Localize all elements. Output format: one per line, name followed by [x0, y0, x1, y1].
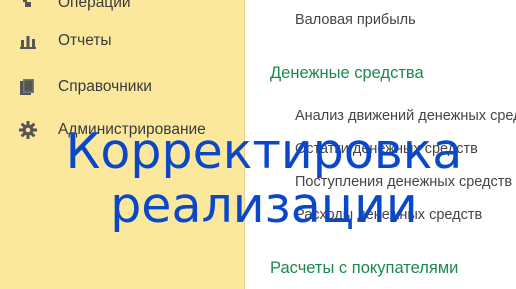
report-link-cash-balances[interactable]: Остатки денежных средств [295, 141, 478, 157]
sidebar-item-label: Администрирование [58, 121, 206, 138]
section-title-cash: Денежные средства [270, 64, 424, 82]
bar-chart-icon [20, 36, 36, 49]
sidebar-item-administration[interactable]: Администрирование [0, 113, 244, 147]
content-panel: Валовая прибыль Денежные средства Анализ… [245, 0, 516, 289]
report-link-gross-profit[interactable]: Валовая прибыль [295, 12, 416, 28]
report-link-cash-expenses[interactable]: Расходы денежных средств [295, 207, 482, 223]
sidebar-item-operations[interactable]: Операции [0, 0, 244, 20]
section-title-customer-settlements: Расчеты с покупателями [270, 259, 459, 277]
sidebar: Операции Отчеты Справочники Администриро… [0, 0, 245, 289]
report-link-cash-flow-analysis[interactable]: Анализ движений денежных средств [295, 108, 516, 124]
sidebar-item-reports[interactable]: Отчеты [0, 24, 244, 58]
sidebar-item-directories[interactable]: Справочники [0, 70, 244, 104]
sidebar-item-label: Справочники [58, 78, 152, 95]
sidebar-item-label: Операции [58, 0, 131, 11]
operations-icon [23, 0, 31, 7]
gear-icon [19, 121, 37, 139]
sidebar-item-label: Отчеты [58, 32, 112, 49]
app-screen: Операции Отчеты Справочники Администриро… [0, 0, 516, 289]
books-icon [20, 79, 34, 95]
report-link-cash-receipts[interactable]: Поступления денежных средств [295, 174, 512, 190]
